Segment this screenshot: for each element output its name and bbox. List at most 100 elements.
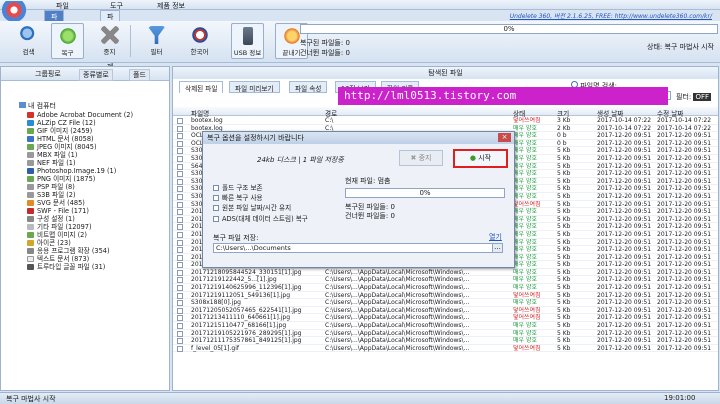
table-row[interactable]: 20171219105221976_289295[1].jpg C:\Users\… bbox=[173, 330, 718, 338]
tree-item[interactable]: PNG 이미지 (1875) bbox=[27, 175, 133, 183]
row-checkbox[interactable] bbox=[177, 323, 183, 330]
tab-preview[interactable]: 파일 미리보기 bbox=[229, 81, 280, 93]
table-row[interactable]: 20171205052057465_622541[1].jpg C:\Users\… bbox=[173, 307, 718, 315]
row-checkbox[interactable] bbox=[177, 133, 183, 140]
option-quick-recover[interactable]: 빠른 복구 사용 bbox=[213, 192, 263, 202]
row-checkbox[interactable] bbox=[177, 216, 183, 223]
row-checkbox[interactable] bbox=[177, 140, 183, 147]
row-checkbox[interactable] bbox=[177, 201, 183, 208]
row-checkbox[interactable] bbox=[177, 247, 183, 254]
table-row[interactable]: bootex.log C:\ 덮어쓰여짐 3 Kb 2017-10-14 07:22 20… bbox=[173, 117, 718, 125]
table-cell: C:\Users\...\AppData\Local\Microsoft\Win… bbox=[325, 291, 470, 299]
tree-item[interactable]: 기타 파일 (12097) bbox=[27, 223, 133, 231]
tree-item[interactable]: NEF 파일 (1) bbox=[27, 159, 133, 167]
table-cell: 2017-12-20 09:51 bbox=[657, 337, 712, 345]
row-checkbox[interactable] bbox=[177, 125, 183, 132]
row-checkbox[interactable] bbox=[177, 285, 183, 292]
tab-deleted-files[interactable]: 삭제된 파일 bbox=[179, 81, 224, 93]
recover-button[interactable]: 복구 bbox=[51, 23, 84, 59]
tree-item[interactable]: MBX 파일 (1) bbox=[27, 151, 133, 159]
tree-item[interactable]: SVG 문서 (485) bbox=[27, 199, 133, 207]
checkbox[interactable] bbox=[213, 185, 219, 191]
dialog-cancel-button[interactable]: ✖ 중지 bbox=[399, 150, 443, 166]
tree-item[interactable]: SWF - File (171) bbox=[27, 207, 133, 215]
table-cell: 2017-12-20 09:51 bbox=[657, 291, 712, 299]
tree-item[interactable]: JPEG 이미지 (8045) bbox=[27, 143, 133, 151]
tree-item[interactable]: 구성 설정 (1) bbox=[27, 215, 133, 223]
tree-item[interactable]: S3B 파일 (2) bbox=[27, 191, 133, 199]
usb-info-button[interactable]: USB 정보 bbox=[231, 23, 264, 59]
row-checkbox[interactable] bbox=[177, 178, 183, 185]
option-keep-folders[interactable]: 폴드 구조 보존 bbox=[213, 182, 263, 192]
group-by-folder-tab[interactable]: 폴드 bbox=[129, 69, 150, 81]
tree-item[interactable]: Adobe Acrobat Document (2) bbox=[27, 111, 133, 119]
filter-button[interactable]: 필터 bbox=[140, 23, 173, 59]
tree-root[interactable]: 내 컴퓨터 bbox=[19, 101, 56, 111]
row-checkbox[interactable] bbox=[177, 155, 183, 162]
row-checkbox[interactable] bbox=[177, 300, 183, 307]
menu-info[interactable]: 제품 정보 bbox=[157, 1, 185, 11]
tree-item[interactable]: ALZip CZ File (12) bbox=[27, 119, 133, 127]
row-checkbox[interactable] bbox=[177, 345, 183, 352]
filter-toggle[interactable]: 필터: OFF bbox=[676, 92, 712, 102]
row-checkbox[interactable] bbox=[177, 262, 183, 269]
row-checkbox[interactable] bbox=[177, 171, 183, 178]
table-row[interactable]: 20171213411110_640661[1].jpg C:\Users\...… bbox=[173, 314, 718, 323]
row-checkbox[interactable] bbox=[177, 239, 183, 246]
row-checkbox[interactable] bbox=[177, 330, 183, 337]
table-cell: 2017-12-20 09:51 bbox=[657, 246, 712, 254]
tree-item[interactable]: HTML 문서 (8058) bbox=[27, 135, 133, 143]
table-row[interactable]: 20171215110477_68166[1].jpg C:\Users\...\… bbox=[173, 322, 718, 330]
table-cell: 2017-12-20 09:51 bbox=[657, 177, 712, 185]
table-cell: C:\Users\...\AppData\Local\Microsoft\Win… bbox=[325, 337, 470, 345]
table-row[interactable]: 20171218095844524_330151[1].jpg C:\Users\… bbox=[173, 269, 718, 277]
checkbox[interactable] bbox=[213, 195, 219, 201]
table-row[interactable]: f_level_05[1].gif C:\Users\...\AppData\Lo… bbox=[173, 345, 718, 353]
row-checkbox[interactable] bbox=[177, 224, 183, 231]
table-row[interactable]: 20171219140625996_112396[1].jpg C:\Users\… bbox=[173, 284, 718, 292]
row-checkbox[interactable] bbox=[177, 315, 183, 322]
row-checkbox[interactable] bbox=[177, 292, 183, 299]
tree-item[interactable]: Photoshop.Image.19 (1) bbox=[27, 167, 133, 175]
promo-link[interactable]: Undelete 360, 버전 2.1.6.25, FREE: http://… bbox=[510, 11, 712, 20]
row-checkbox[interactable] bbox=[177, 307, 183, 314]
language-button[interactable]: 한국어 bbox=[183, 23, 216, 59]
table-row[interactable]: 20171211175357861_849125[1].jpg C:\Users\… bbox=[173, 337, 718, 345]
option-keep-dates[interactable]: 원본 파일 날짜/시간 유지 bbox=[213, 202, 291, 212]
tree-item[interactable]: 아이콘 (23) bbox=[27, 239, 133, 247]
checkbox[interactable] bbox=[213, 216, 219, 222]
browse-button[interactable]: ... bbox=[492, 243, 503, 253]
tree-item[interactable]: 트루타입 글꼴 파일 (31) bbox=[27, 263, 133, 271]
tab-properties[interactable]: 파일 속성 bbox=[289, 81, 328, 93]
dialog-start-button[interactable]: ● 시작 bbox=[453, 149, 508, 168]
tree-item[interactable]: 텍스트 문서 (873) bbox=[27, 255, 133, 263]
row-checkbox[interactable] bbox=[177, 193, 183, 200]
tab-wipe[interactable]: 파일 영구 삭제 bbox=[100, 10, 121, 71]
table-row[interactable]: 20171219112051_549136[1].jpg C:\Users\...… bbox=[173, 292, 718, 300]
row-checkbox[interactable] bbox=[177, 231, 183, 238]
dialog-close-button[interactable]: × bbox=[498, 133, 511, 142]
tree-item[interactable]: PSP 파일 (8) bbox=[27, 183, 133, 191]
tree-item[interactable]: 응용 프로그램 확장 (354) bbox=[27, 247, 133, 255]
row-checkbox[interactable] bbox=[177, 163, 183, 170]
row-checkbox[interactable] bbox=[177, 118, 183, 124]
tab-recover[interactable]: 파일 복구 bbox=[44, 10, 65, 51]
table-row[interactable]: 20171219122442_5...[1].jpg C:\Users\...\A… bbox=[173, 276, 718, 285]
tree-item[interactable]: 비트맵 이미지 (2) bbox=[27, 231, 133, 239]
scan-button[interactable]: 검색 bbox=[12, 23, 45, 59]
row-checkbox[interactable] bbox=[177, 269, 183, 276]
row-checkbox[interactable] bbox=[177, 338, 183, 345]
group-by-type-tab[interactable]: 종류별로 bbox=[79, 69, 113, 81]
row-checkbox[interactable] bbox=[177, 148, 183, 155]
table-row[interactable]: S308x188[0].jpg C:\Users\...\AppData\Loca… bbox=[173, 299, 718, 307]
save-path-input[interactable]: C:\Users\...\Documents bbox=[213, 243, 503, 253]
row-checkbox[interactable] bbox=[177, 277, 183, 284]
row-checkbox[interactable] bbox=[177, 209, 183, 216]
checkbox[interactable] bbox=[213, 205, 219, 211]
row-checkbox[interactable] bbox=[177, 186, 183, 193]
option-ads[interactable]: ADS(대체 데이터 스트림) 복구 bbox=[213, 213, 308, 223]
stop-button[interactable]: 중지 bbox=[93, 23, 126, 59]
row-checkbox[interactable] bbox=[177, 254, 183, 261]
tree-item[interactable]: GIF 이미지 (2459) bbox=[27, 127, 133, 135]
open-folder-link[interactable]: 열기 bbox=[489, 232, 502, 242]
